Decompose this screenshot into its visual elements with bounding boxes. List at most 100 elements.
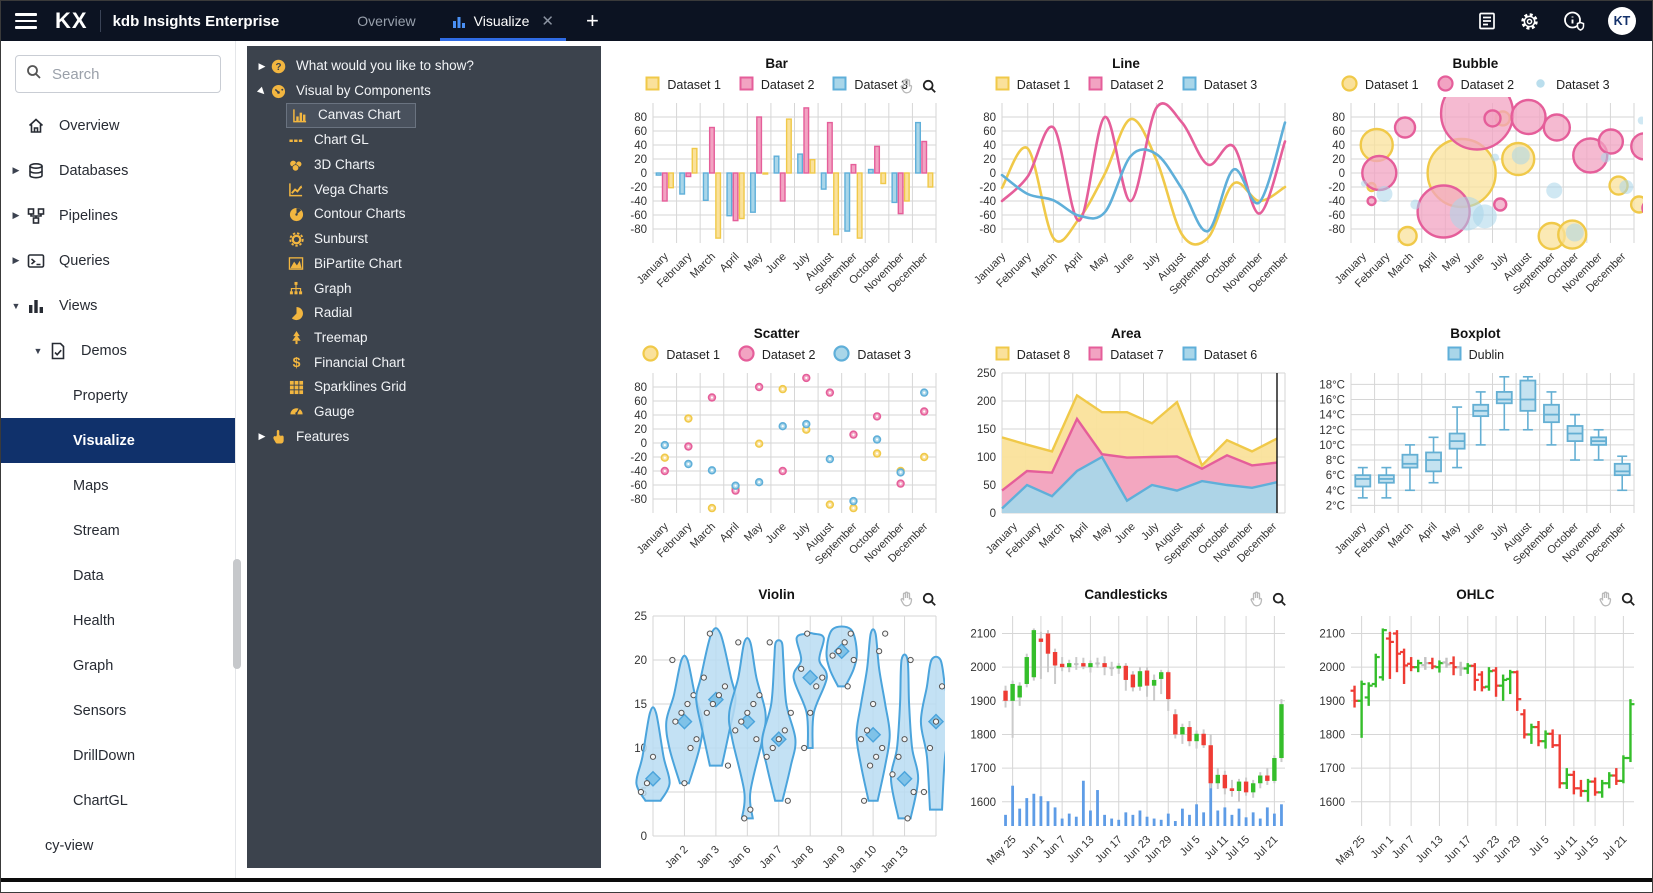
sidebar-item-visualize[interactable]: Visualize	[1, 418, 235, 463]
pan-hand-icon[interactable]	[899, 78, 914, 99]
svg-text:80: 80	[1333, 112, 1346, 124]
scatter-chart-canvas[interactable]: -80-60-40-20020406080JanuaryFebruaryMarc…	[609, 367, 945, 579]
tree-item-radial[interactable]: Radial	[247, 301, 601, 326]
tree-item-sparklines-grid[interactable]: Sparklines Grid	[247, 375, 601, 400]
search-box[interactable]	[15, 55, 221, 93]
legend-item[interactable]: Dataset 2	[1436, 75, 1514, 95]
legend-item[interactable]: Dataset 1	[995, 76, 1070, 94]
tab-visualize[interactable]: Visualize ✕	[434, 1, 572, 41]
sidebar-item-views[interactable]: ▼ Views	[1, 283, 235, 328]
zoom-magnifier-icon[interactable]	[922, 592, 937, 612]
chevron-right-icon[interactable]: ▶	[9, 210, 23, 221]
bar-chart-canvas[interactable]: -80-60-40-20020406080JanuaryFebruaryMarc…	[609, 97, 945, 309]
tree-item-chart-gl[interactable]: Chart GL	[247, 128, 601, 153]
legend-item[interactable]: Dataset 7	[1088, 346, 1164, 364]
sidebar-item-label: Views	[59, 297, 98, 314]
tree-item-label: 3D Charts	[314, 157, 375, 173]
pan-hand-icon[interactable]	[899, 591, 914, 612]
hamburger-menu-icon[interactable]	[15, 13, 37, 29]
tree-item-gauge[interactable]: Gauge	[247, 400, 601, 425]
chevron-right-icon[interactable]: ▶	[9, 165, 23, 176]
legend-item[interactable]: Dataset 3	[1532, 75, 1610, 95]
sidebar-item-sensors[interactable]: Sensors	[1, 688, 235, 733]
candlesticks-chart-canvas[interactable]: 160017001800190020002100May 25 Jun 1Jun 7…	[958, 610, 1294, 878]
legend-item[interactable]: Dataset 3	[833, 345, 911, 365]
component-tree-panel: ▶? What would you like to show? ▶ Visual by…	[247, 46, 601, 868]
close-tab-icon[interactable]: ✕	[541, 12, 554, 30]
area-chart-canvas[interactable]: 050100150200250JanuaryFebruaryMarch April…	[958, 367, 1294, 579]
tree-item-features[interactable]: ▶ Features	[247, 424, 601, 449]
sidebar-item-cy-view[interactable]: cy-view	[1, 823, 235, 868]
svg-text:0: 0	[990, 508, 996, 520]
tree-item-treemap[interactable]: Treemap	[247, 326, 601, 351]
sunburst-icon	[287, 232, 305, 247]
svg-text:-20: -20	[630, 182, 647, 194]
bubble-chart-canvas[interactable]: -80-60-40-20020406080JanuaryFebruaryMarc…	[1307, 97, 1644, 309]
zoom-magnifier-icon[interactable]	[922, 79, 937, 99]
legend-item[interactable]: Dublin	[1447, 346, 1504, 364]
chevron-right-icon[interactable]: ▶	[9, 255, 23, 266]
tree-collapsed-icon[interactable]: ▶	[255, 431, 269, 442]
sidebar-item-stream[interactable]: Stream	[1, 508, 235, 553]
svg-text:Jun 17: Jun 17	[1442, 834, 1474, 866]
chevron-down-icon[interactable]: ▼	[9, 301, 23, 311]
legend-item[interactable]: Dataset 2	[738, 345, 815, 365]
tab-overview[interactable]: Overview	[339, 1, 433, 41]
sidebar-item-health[interactable]: Health	[1, 598, 235, 643]
sidebar-item-graph[interactable]: Graph	[1, 643, 235, 688]
tree-item-vega-charts[interactable]: Vega Charts	[247, 177, 601, 202]
legend-label: Dataset 3	[857, 348, 911, 362]
legend-item[interactable]: Dataset 6	[1182, 346, 1257, 364]
tree-collapsed-icon[interactable]: ▶	[255, 61, 269, 72]
chart-cell-violin: Violin 0510152025Jan 2Jan 3Jan 6Jan 7Jan…	[602, 577, 951, 878]
tree-item-contour-charts[interactable]: Contour Charts	[247, 202, 601, 227]
svg-text:0: 0	[640, 168, 646, 180]
legend-item[interactable]: Dataset 3	[832, 76, 908, 94]
legend-item[interactable]: Dataset 1	[645, 76, 721, 94]
sidebar-item-drilldown[interactable]: DrillDown	[1, 733, 235, 778]
legend-item[interactable]: Dataset 2	[739, 76, 814, 94]
tree-item-3d-charts[interactable]: 3D Charts	[247, 153, 601, 178]
sidebar-item-maps[interactable]: Maps	[1, 463, 235, 508]
zoom-magnifier-icon[interactable]	[1621, 592, 1636, 612]
legend-item[interactable]: Dataset 1	[642, 345, 720, 365]
legend-item[interactable]: Dataset 1	[1341, 75, 1419, 95]
sidebar-item-property[interactable]: Property	[1, 373, 235, 418]
tree-item-canvas-chart[interactable]: Canvas Chart	[247, 103, 601, 129]
tree-item-graph[interactable]: Graph	[247, 276, 601, 301]
sidebar-item-overview[interactable]: Overview	[1, 103, 235, 148]
new-tab-button[interactable]: +	[586, 8, 599, 34]
legend-label: Dataset 3	[1556, 78, 1610, 92]
tree-item-what-would-you-like-to-show[interactable]: ▶? What would you like to show?	[247, 54, 601, 79]
gauge-icon	[287, 404, 305, 419]
tree-item-bipartite-chart[interactable]: BiPartite Chart	[247, 252, 601, 277]
gear-icon[interactable]	[1519, 11, 1540, 32]
sidebar-item-chartgl[interactable]: ChartGL	[1, 778, 235, 823]
pan-hand-icon[interactable]	[1598, 591, 1613, 612]
legend-item[interactable]: Dataset 8	[995, 346, 1070, 364]
sidebar-item-demos[interactable]: ▼ Demos	[1, 328, 235, 373]
chevron-down-icon[interactable]: ▼	[31, 346, 45, 356]
violin-chart-canvas[interactable]: 0510152025Jan 2Jan 3Jan 6Jan 7Jan 8Jan 9…	[609, 610, 945, 878]
legend-item[interactable]: Dataset 2	[1088, 76, 1164, 94]
left-sidebar: Overview ▶ Databases ▶ Pipelines ▶ Queries ▼ Vie…	[1, 41, 236, 878]
line-chart-canvas[interactable]: -80-60-40-20020406080JanuaryFebruaryMarc…	[958, 97, 1294, 309]
sidebar-item-data[interactable]: Data	[1, 553, 235, 598]
tree-item-sunburst[interactable]: Sunburst	[247, 227, 601, 252]
sidebar-item-queries[interactable]: ▶ Queries	[1, 238, 235, 283]
sidebar-scrollbar[interactable]	[233, 559, 241, 669]
sidebar-item-pipelines[interactable]: ▶ Pipelines	[1, 193, 235, 238]
user-avatar[interactable]: KT	[1608, 7, 1636, 35]
search-input[interactable]	[50, 64, 194, 84]
ohlc-chart-canvas[interactable]: 160017001800190020002100May 25 Jun 1Jun 7…	[1307, 610, 1643, 878]
info-shield-icon[interactable]	[1562, 10, 1586, 32]
tree-item-visual-by-components[interactable]: ▶ Visual by Components	[247, 79, 601, 104]
sidebar-item-databases[interactable]: ▶ Databases	[1, 148, 235, 193]
tree-item-financial-chart[interactable]: $ Financial Chart	[247, 350, 601, 375]
notes-icon[interactable]	[1477, 11, 1497, 31]
legend-item[interactable]: Dataset 3	[1182, 76, 1257, 94]
zoom-magnifier-icon[interactable]	[1272, 592, 1287, 612]
tree-item-label: Financial Chart	[314, 354, 405, 370]
boxplot-chart-canvas[interactable]: 2°C4°C6°C8°C10°C12°C14°C16°C18°CJanuaryF…	[1307, 367, 1643, 579]
pan-hand-icon[interactable]	[1249, 591, 1264, 612]
